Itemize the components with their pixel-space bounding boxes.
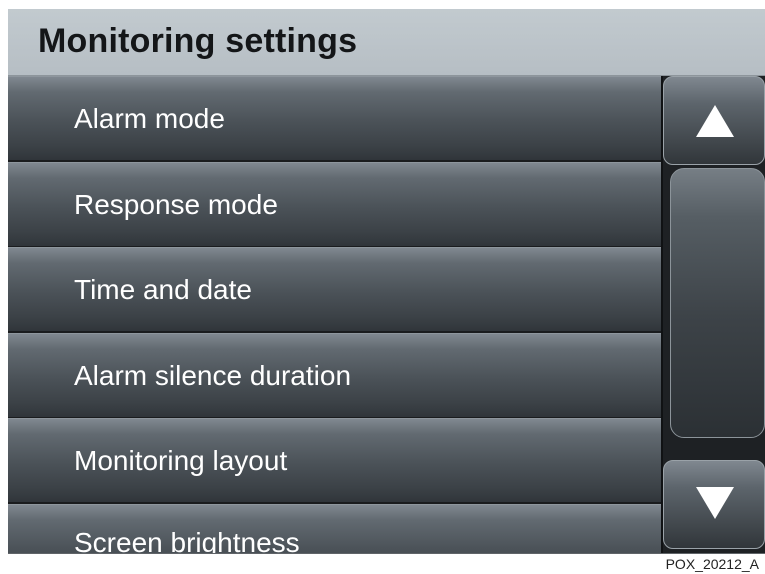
menu-item-label: Alarm silence duration <box>74 359 352 391</box>
menu-item-label: Monitoring layout <box>74 445 288 476</box>
scroll-down-button[interactable] <box>663 460 765 549</box>
menu-item-alarm-mode[interactable]: Alarm mode <box>8 76 661 160</box>
menu-item-alarm-silence-duration[interactable]: Alarm silence duration <box>8 332 661 417</box>
menu-item-time-and-date[interactable]: Time and date <box>8 247 661 331</box>
menu-item-response-mode[interactable]: Response mode <box>8 161 661 246</box>
menu-item-label: Time and date <box>74 274 252 305</box>
figure-caption: POX_20212_A <box>665 556 759 572</box>
triangle-up-icon <box>696 105 734 137</box>
scrollbar <box>663 76 765 554</box>
menu-item-screen-brightness[interactable]: Screen brightness <box>8 503 661 555</box>
menu-item-monitoring-layout[interactable]: Monitoring layout <box>8 418 661 502</box>
menu-item-label: Response mode <box>74 188 278 220</box>
triangle-down-icon <box>696 487 734 519</box>
settings-menu-list: Alarm mode Response mode Time and date A… <box>8 76 661 554</box>
scrollbar-track[interactable] <box>663 168 765 457</box>
scroll-up-button[interactable] <box>663 76 765 165</box>
page-title: Monitoring settings <box>38 22 358 60</box>
divider <box>8 553 765 554</box>
scrollbar-thumb[interactable] <box>670 168 765 438</box>
header-bar: Monitoring settings <box>8 9 765 76</box>
menu-item-label: Screen brightness <box>74 526 300 555</box>
menu-item-label: Alarm mode <box>74 103 225 134</box>
device-screen: Monitoring settings Alarm mode Response … <box>8 9 765 554</box>
